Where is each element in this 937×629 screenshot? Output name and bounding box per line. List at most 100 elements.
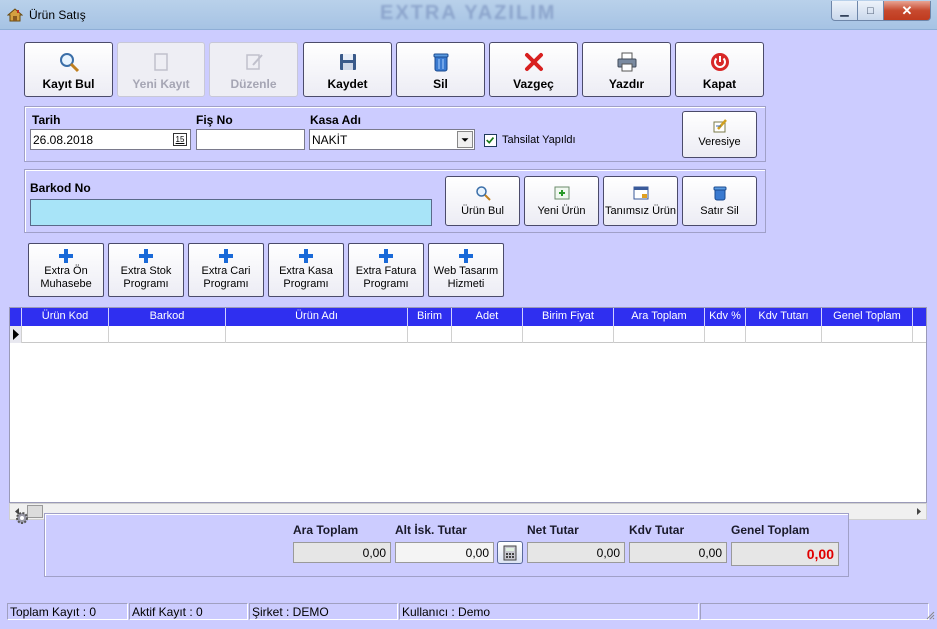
status-aktif-kayit: Aktif Kayıt : 0 — [129, 603, 248, 620]
cell-ara-toplam[interactable] — [614, 326, 705, 343]
alt-isk-label: Alt İsk. Tutar — [395, 523, 467, 537]
alt-isk-value[interactable]: 0,00 — [395, 542, 494, 563]
col-kdv-tutari[interactable]: Kdv Tutarı — [746, 308, 822, 326]
kasa-adi-label: Kasa Adı — [310, 113, 361, 127]
maximize-button[interactable]: □ — [858, 1, 884, 21]
yazdir-button[interactable]: Yazdır — [582, 42, 671, 97]
plus-icon — [139, 249, 153, 263]
kaydet-button[interactable]: Kaydet — [303, 42, 392, 97]
col-urun-kod[interactable]: Ürün Kod — [22, 308, 109, 326]
yeni-urun-button[interactable]: Yeni Ürün — [524, 176, 599, 226]
web-tasarim-button[interactable]: Web Tasarım Hizmeti — [428, 243, 504, 297]
close-window-button[interactable]: ✕ — [884, 1, 931, 21]
kapat-label: Kapat — [702, 77, 737, 91]
status-sirket: Şirket : DEMO — [249, 603, 398, 620]
yeni-kayit-button[interactable]: Yeni Kayıt — [117, 42, 205, 97]
tarih-value: 26.08.2018 — [33, 133, 94, 147]
ara-toplam-value: 0,00 — [293, 542, 391, 563]
app-home-icon — [7, 8, 23, 22]
calculator-button[interactable] — [497, 541, 523, 564]
plus-icon — [299, 249, 313, 263]
kasa-adi-value: NAKİT — [312, 133, 348, 147]
extra-button-label: Extra Ön Muhasebe — [40, 265, 92, 290]
kdv-tutar-label: Kdv Tutar — [629, 523, 685, 537]
status-empty-panel — [700, 603, 929, 620]
table-row[interactable] — [10, 326, 926, 343]
extra-button-label: Extra Cari Programı — [201, 265, 251, 290]
cell-birim-fiyat[interactable] — [523, 326, 614, 343]
cancel-x-icon — [524, 53, 543, 71]
barkod-label: Barkod No — [30, 181, 91, 195]
resize-grip-icon[interactable] — [925, 610, 935, 620]
calendar-icon[interactable]: 15 — [173, 133, 187, 146]
window-title: Ürün Satış — [29, 8, 86, 22]
col-birim[interactable]: Birim — [408, 308, 452, 326]
kapat-button[interactable]: Kapat — [675, 42, 764, 97]
vazgec-label: Vazgeç — [513, 77, 554, 91]
window-client-area: Kayıt Bul Yeni Kayıt Düzenle Kaydet Sil — [0, 30, 937, 629]
extra-kasa-button[interactable]: Extra Kasa Programı — [268, 243, 344, 297]
extra-cari-button[interactable]: Extra Cari Programı — [188, 243, 264, 297]
power-icon — [710, 53, 729, 71]
trash-icon — [433, 53, 448, 72]
status-toplam-kayit: Toplam Kayıt : 0 — [7, 603, 128, 620]
tarih-date-field[interactable]: 26.08.2018 15 — [30, 129, 191, 150]
extra-button-label: Extra Fatura Programı — [355, 265, 417, 290]
fis-no-input[interactable] — [196, 129, 305, 150]
gear-icon[interactable] — [14, 510, 30, 526]
veresiye-label: Veresiye — [698, 136, 741, 148]
new-document-icon — [154, 53, 168, 71]
extra-fatura-button[interactable]: Extra Fatura Programı — [348, 243, 424, 297]
cell-kdv-yuzde[interactable] — [705, 326, 746, 343]
chevron-down-icon[interactable] — [457, 131, 473, 148]
kaydet-label: Kaydet — [327, 77, 368, 91]
barkod-input[interactable] — [30, 199, 432, 226]
col-kdv-yuzde[interactable]: Kdv % — [705, 308, 746, 326]
tanimsiz-urun-button[interactable]: Tanımsız Ürün — [603, 176, 678, 226]
cell-kdv-tutari[interactable] — [746, 326, 822, 343]
col-adet[interactable]: Adet — [452, 308, 523, 326]
genel-toplam-value: 0,00 — [731, 542, 839, 566]
cell-urun-adi[interactable] — [226, 326, 408, 343]
cell-genel-toplam[interactable] — [822, 326, 913, 343]
title-watermark: EXTRA YAZILIM — [380, 2, 557, 24]
tanimsiz-urun-label: Tanımsız Ürün — [605, 205, 676, 217]
yeni-kayit-label: Yeni Kayıt — [132, 77, 190, 91]
extra-stok-button[interactable]: Extra Stok Programı — [108, 243, 184, 297]
satir-sil-button[interactable]: Satır Sil — [682, 176, 757, 226]
col-barkod[interactable]: Barkod — [109, 308, 226, 326]
urun-bul-label: Ürün Bul — [461, 205, 504, 217]
notepad-pencil-icon — [713, 119, 727, 133]
vazgec-button[interactable]: Vazgeç — [489, 42, 578, 97]
duzenle-label: Düzenle — [230, 77, 277, 91]
cell-barkod[interactable] — [109, 326, 226, 343]
cell-birim[interactable] — [408, 326, 452, 343]
minimize-button[interactable]: ▁ — [831, 1, 858, 21]
items-grid[interactable]: Ürün Kod Barkod Ürün Adı Birim Adet Biri… — [9, 307, 927, 503]
scroll-right-icon[interactable] — [911, 504, 926, 519]
check-icon — [486, 136, 495, 144]
title-bar: Ürün Satış EXTRA YAZILIM ▁ □ ✕ — [0, 0, 937, 30]
tahsilat-checkbox[interactable] — [484, 134, 497, 147]
tahsilat-label: Tahsilat Yapıldı — [502, 134, 576, 146]
fis-no-label: Fiş No — [196, 113, 233, 127]
undefined-product-icon — [633, 186, 648, 200]
kdv-tutar-value: 0,00 — [629, 542, 727, 563]
col-birim-fiyat[interactable]: Birim Fiyat — [523, 308, 614, 326]
sil-button[interactable]: Sil — [396, 42, 485, 97]
extra-on-muhasebe-button[interactable]: Extra Ön Muhasebe — [28, 243, 104, 297]
cell-adet[interactable] — [452, 326, 523, 343]
col-urun-adi[interactable]: Ürün Adı — [226, 308, 408, 326]
duzenle-button[interactable]: Düzenle — [209, 42, 298, 97]
kasa-adi-select[interactable]: NAKİT — [309, 129, 475, 150]
net-tutar-value: 0,00 — [527, 542, 625, 563]
veresiye-button[interactable]: Veresiye — [682, 111, 757, 158]
col-ara-toplam[interactable]: Ara Toplam — [614, 308, 705, 326]
row-pointer-icon — [13, 329, 19, 340]
kayit-bul-button[interactable]: Kayıt Bul — [24, 42, 113, 97]
col-genel-toplam[interactable]: Genel Toplam — [822, 308, 913, 326]
yazdir-label: Yazdır — [608, 77, 645, 91]
urun-bul-button[interactable]: Ürün Bul — [445, 176, 520, 226]
cell-urun-kod[interactable] — [22, 326, 109, 343]
satir-sil-label: Satır Sil — [700, 205, 739, 217]
